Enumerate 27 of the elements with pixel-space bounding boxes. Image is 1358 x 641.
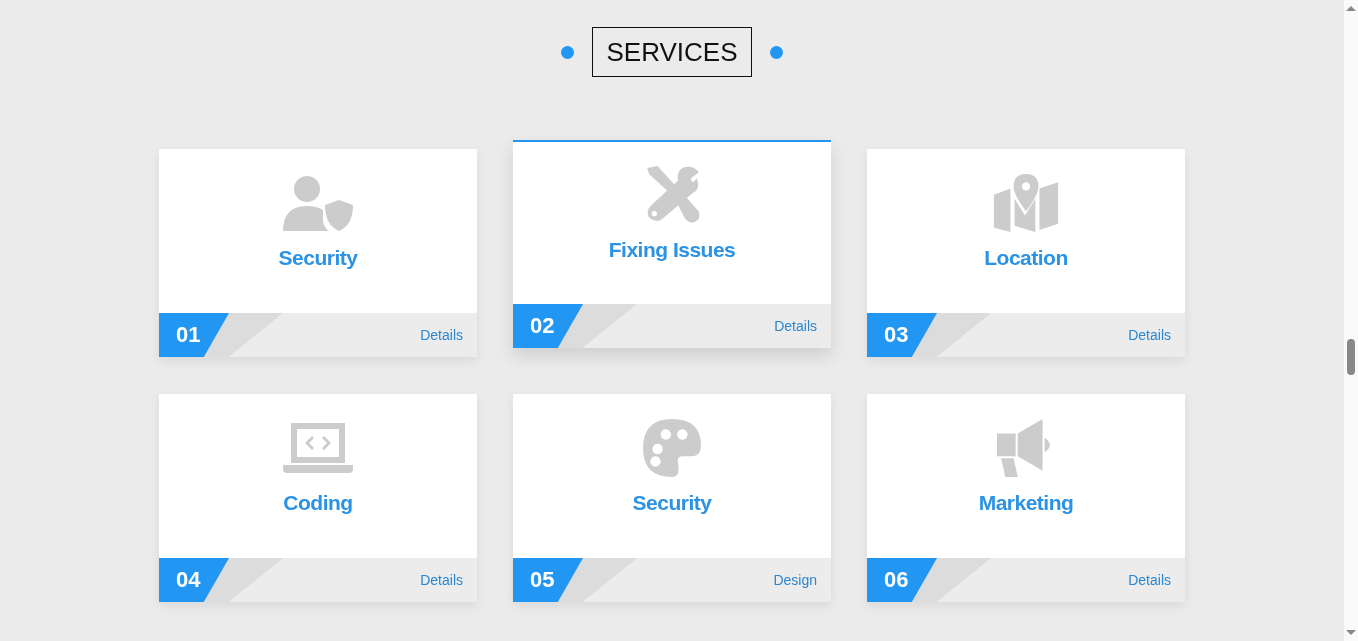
details-link[interactable]: Details (774, 318, 817, 334)
user-shield-icon (283, 174, 353, 232)
scroll-down-icon[interactable] (1346, 630, 1356, 635)
map-pin-icon (991, 174, 1061, 232)
service-title: Security (632, 491, 712, 515)
service-card[interactable]: Security 05 Design (513, 394, 831, 602)
service-card[interactable]: Location 03 Details (867, 149, 1185, 357)
section-title: SERVICES (592, 27, 752, 77)
service-card[interactable]: Marketing 06 Details (867, 394, 1185, 602)
service-title: Coding (283, 491, 353, 515)
details-link[interactable]: Details (1128, 327, 1171, 343)
details-link[interactable]: Details (420, 572, 463, 588)
details-link[interactable]: Details (420, 327, 463, 343)
dot-icon (561, 45, 575, 59)
service-title: Security (278, 246, 358, 270)
service-title: Location (984, 246, 1068, 270)
service-card[interactable]: Coding 04 Details (159, 394, 477, 602)
dot-icon (769, 45, 783, 59)
service-title: Marketing (978, 491, 1074, 515)
service-card[interactable]: Security 01 Details (159, 149, 477, 357)
details-link[interactable]: Design (773, 572, 817, 588)
service-title: Fixing Issues (608, 238, 736, 262)
scroll-up-icon[interactable] (1346, 6, 1356, 11)
scrollbar[interactable] (1344, 0, 1358, 641)
details-link[interactable]: Details (1128, 572, 1171, 588)
scroll-thumb[interactable] (1347, 339, 1355, 375)
service-card[interactable]: Fixing Issues 02 Details (513, 140, 831, 348)
